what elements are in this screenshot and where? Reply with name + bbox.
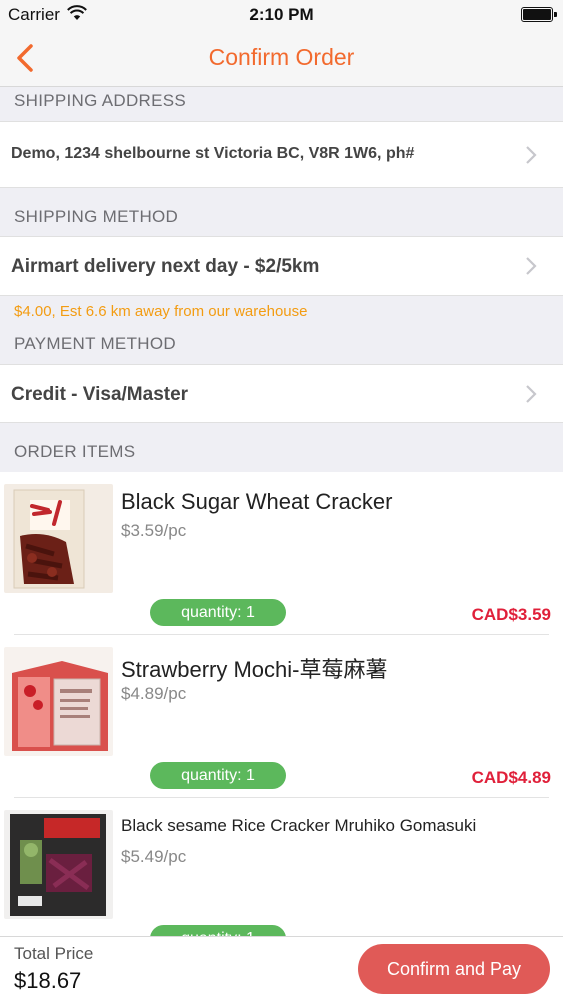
product-image	[4, 484, 113, 593]
quantity-badge: quantity: 1	[150, 599, 286, 626]
order-item[interactable]: Black Sugar Wheat Cracker $3.59/pc quant…	[0, 472, 563, 635]
shipping-fee-note: $4.00, Est 6.6 km away from our warehous…	[14, 303, 308, 320]
checkout-footer: Total Price $18.67 Confirm and Pay	[0, 936, 563, 1000]
clock: 2:10 PM	[249, 5, 314, 24]
confirm-and-pay-button[interactable]: Confirm and Pay	[358, 944, 550, 994]
item-name: Black Sugar Wheat Cracker	[121, 489, 393, 514]
shipping-address-header: SHIPPING ADDRESS	[0, 91, 563, 111]
confirm-order-screen: Carrier 2:10 PM Confirm Order SHIPPING A…	[0, 0, 563, 1000]
payment-method-header: PAYMENT METHOD	[0, 334, 563, 354]
shipping-address-row[interactable]: Demo, 1234 shelbourne st Victoria BC, V8…	[0, 121, 563, 188]
navigation-bar: Confirm Order	[0, 30, 563, 87]
item-name: Strawberry Mochi-草莓麻薯	[121, 657, 388, 682]
item-unit-price: $4.89/pc	[121, 684, 187, 703]
shipping-method-row[interactable]: Airmart delivery next day - $2/5km	[0, 236, 563, 296]
shipping-method-header: SHIPPING METHOD	[0, 207, 563, 227]
battery-icon	[521, 7, 557, 22]
order-items-list: Black Sugar Wheat Cracker $3.59/pc quant…	[0, 472, 563, 936]
status-bar: Carrier 2:10 PM	[0, 0, 563, 30]
total-price-label: Total Price	[14, 944, 94, 963]
payment-method-value: Credit - Visa/Master	[11, 384, 189, 405]
quantity-badge: quantity: 1	[150, 925, 286, 936]
order-item[interactable]: Black sesame Rice Cracker Mruhiko Gomasu…	[0, 798, 563, 936]
item-unit-price: $3.59/pc	[121, 521, 187, 540]
order-item[interactable]: Strawberry Mochi-草莓麻薯 $4.89/pc quantity:…	[0, 635, 563, 798]
page-title: Confirm Order	[208, 44, 355, 70]
chevron-right-icon	[526, 385, 537, 403]
item-total: CAD$3.59	[471, 605, 551, 624]
item-unit-price: $5.49/pc	[121, 847, 187, 866]
shipping-method-value: Airmart delivery next day - $2/5km	[11, 256, 320, 277]
quantity-badge: quantity: 1	[150, 762, 286, 789]
product-image	[4, 647, 113, 756]
total-price-value: $18.67	[14, 968, 82, 993]
item-name: Black sesame Rice Cracker Mruhiko Gomasu…	[121, 816, 477, 835]
shipping-address-value: Demo, 1234 shelbourne st Victoria BC, V8…	[11, 145, 415, 162]
order-items-header: ORDER ITEMS	[0, 442, 563, 462]
chevron-right-icon	[526, 257, 537, 275]
product-image	[4, 810, 113, 919]
item-total: CAD$4.89	[471, 768, 551, 787]
chevron-right-icon	[526, 146, 537, 164]
payment-method-row[interactable]: Credit - Visa/Master	[0, 364, 563, 423]
